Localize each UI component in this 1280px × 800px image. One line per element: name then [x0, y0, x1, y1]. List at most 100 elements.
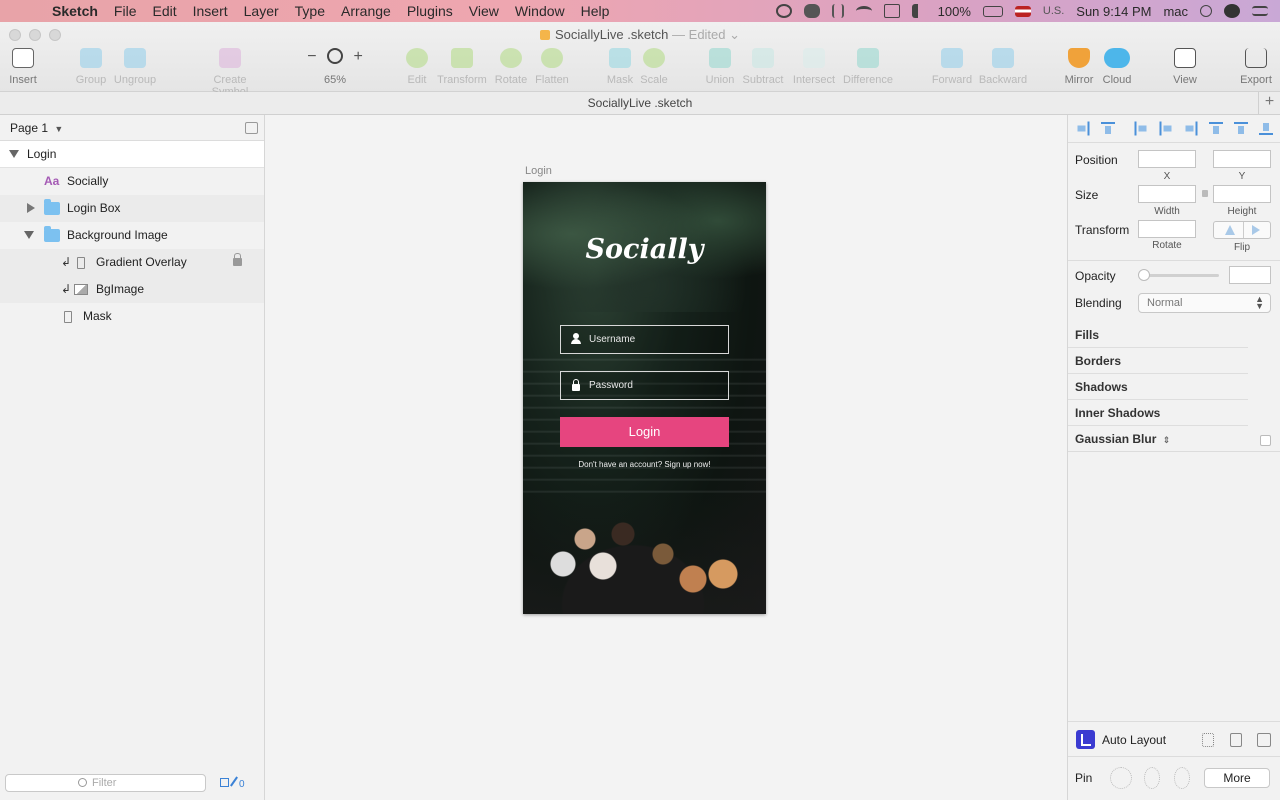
menu-view[interactable]: View — [469, 3, 499, 19]
layer-gradient-overlay[interactable]: ↲ Gradient Overlay — [0, 249, 264, 276]
disclosure-closed-icon[interactable] — [27, 203, 35, 213]
distribute-horizontal-icon[interactable] — [1077, 122, 1090, 136]
width-input[interactable] — [1138, 185, 1196, 203]
blending-select[interactable]: Normal ▲ ▼ — [1138, 293, 1271, 313]
cloud-button[interactable]: Cloud — [1082, 48, 1152, 86]
disclosure-open-icon[interactable] — [24, 231, 34, 239]
us-flag-icon[interactable] — [1014, 5, 1031, 17]
height-input[interactable] — [1213, 185, 1271, 203]
layer-socially-text[interactable]: Aa Socially — [0, 168, 264, 195]
menu-type[interactable]: Type — [295, 3, 325, 19]
clock[interactable]: Sun 9:14 PM — [1076, 4, 1151, 19]
scale-button[interactable]: Scale — [619, 48, 689, 86]
distribute-vertical-icon[interactable] — [1101, 122, 1115, 135]
shadows-section[interactable]: Shadows — [1068, 374, 1248, 400]
group-icon — [80, 48, 102, 68]
create-symbol-button[interactable]: Create Symbol — [194, 48, 266, 98]
add-tab-button[interactable]: + — [1258, 92, 1280, 114]
flatten-button[interactable]: Flatten — [517, 48, 587, 86]
signup-link[interactable]: Don't have an account? Sign up now! — [523, 460, 766, 469]
lock-ratio-icon[interactable] — [1202, 190, 1208, 197]
input-source-label[interactable]: U.S. — [1043, 5, 1064, 17]
layer-login-box[interactable]: Login Box — [0, 195, 264, 222]
align-center-horizontal-icon[interactable] — [1160, 122, 1173, 136]
layer-mask[interactable]: Mask — [0, 303, 264, 330]
export-button[interactable]: Export — [1221, 48, 1280, 86]
ungroup-button[interactable]: Ungroup — [100, 48, 170, 86]
pen-icon[interactable] — [230, 776, 238, 787]
ungroup-icon — [124, 48, 146, 68]
tablet-preview-icon[interactable] — [1257, 733, 1271, 747]
airplay-icon[interactable] — [883, 4, 900, 18]
position-y-input[interactable] — [1213, 150, 1271, 168]
hand-icon[interactable] — [831, 4, 844, 18]
login-button[interactable]: Login — [560, 417, 729, 447]
layer-bgimage[interactable]: ↲ BgImage — [0, 276, 264, 303]
password-field[interactable]: Password — [560, 371, 729, 400]
zoom-out-button[interactable]: − — [307, 48, 316, 65]
lock-icon[interactable] — [233, 253, 242, 266]
pin-vertical-icon[interactable] — [1174, 767, 1190, 789]
disclosure-open-icon[interactable] — [9, 150, 19, 158]
artboard-label[interactable]: Login — [525, 165, 552, 177]
page-selector[interactable]: Page 1 ▼ — [0, 115, 264, 141]
collapse-pages-icon[interactable] — [245, 122, 258, 134]
volume-icon[interactable] — [911, 4, 926, 18]
insert-button[interactable]: Insert — [0, 48, 58, 86]
gaussian-blur-checkbox[interactable] — [1260, 435, 1271, 446]
pin-horizontal-icon[interactable] — [1144, 767, 1160, 789]
opacity-input[interactable] — [1229, 266, 1271, 284]
phone-preview-icon[interactable] — [1230, 733, 1242, 747]
canvas[interactable]: Login Socially Username Password Login D… — [265, 115, 1067, 800]
menu-help[interactable]: Help — [581, 3, 610, 19]
menu-window[interactable]: Window — [515, 3, 565, 19]
notification-center-icon[interactable] — [1252, 6, 1268, 16]
username-field[interactable]: Username — [560, 325, 729, 354]
align-right-icon[interactable] — [1185, 122, 1198, 136]
borders-section[interactable]: Borders — [1068, 348, 1248, 374]
menu-edit[interactable]: Edit — [152, 3, 176, 19]
zoom-in-button[interactable]: + — [353, 48, 362, 65]
layer-artboard-login[interactable]: Login — [0, 141, 264, 168]
copy-layers-icon[interactable] — [220, 778, 229, 787]
rotate-input[interactable] — [1138, 220, 1196, 238]
status-circle-icon[interactable] — [775, 4, 792, 18]
menu-file[interactable]: File — [114, 3, 137, 19]
view-button[interactable]: View — [1150, 48, 1220, 86]
wifi-icon[interactable] — [855, 6, 872, 16]
align-bottom-icon[interactable] — [1259, 122, 1273, 135]
artboard-login[interactable]: Socially Username Password Login Don't h… — [523, 182, 766, 614]
pin-all-icon[interactable] — [1110, 767, 1132, 789]
position-x-input[interactable] — [1138, 150, 1196, 168]
menu-insert[interactable]: Insert — [193, 3, 228, 19]
grid-layout-icon[interactable] — [1202, 733, 1214, 747]
chevron-down-icon[interactable]: ⌄ — [726, 27, 740, 42]
fills-section[interactable]: Fills — [1068, 322, 1248, 348]
backward-button[interactable]: Backward — [968, 48, 1038, 86]
menu-arrange[interactable]: Arrange — [341, 3, 391, 19]
chevron-updown-icon[interactable]: ⇕ — [1163, 435, 1171, 445]
opacity-slider[interactable] — [1143, 274, 1219, 277]
menu-app-name[interactable]: Sketch — [52, 3, 98, 19]
evernote-icon[interactable] — [803, 4, 820, 18]
align-middle-vertical-icon[interactable] — [1234, 122, 1248, 135]
align-left-icon[interactable] — [1135, 122, 1148, 136]
more-button[interactable]: More — [1204, 768, 1270, 788]
align-top-icon[interactable] — [1209, 122, 1223, 135]
siri-icon[interactable] — [1224, 4, 1240, 18]
flip-vertical-icon[interactable] — [1252, 225, 1260, 235]
menu-layer[interactable]: Layer — [244, 3, 279, 19]
layer-background-image[interactable]: Background Image — [0, 222, 264, 249]
user-name[interactable]: mac — [1163, 4, 1188, 19]
difference-button[interactable]: Difference — [833, 48, 903, 86]
battery-icon[interactable] — [982, 5, 1003, 17]
gaussian-blur-section[interactable]: Gaussian Blur ⇕ — [1068, 426, 1280, 452]
spotlight-icon[interactable] — [1200, 5, 1212, 17]
menu-plugins[interactable]: Plugins — [407, 3, 453, 19]
inner-shadows-section[interactable]: Inner Shadows — [1068, 400, 1248, 426]
image-icon — [74, 284, 88, 295]
document-tab[interactable]: SociallyLive .sketch — [588, 96, 693, 110]
flip-horizontal-icon[interactable] — [1225, 225, 1235, 235]
opacity-slider-knob[interactable] — [1138, 269, 1150, 281]
layer-filter-input[interactable]: Filter — [5, 774, 206, 792]
